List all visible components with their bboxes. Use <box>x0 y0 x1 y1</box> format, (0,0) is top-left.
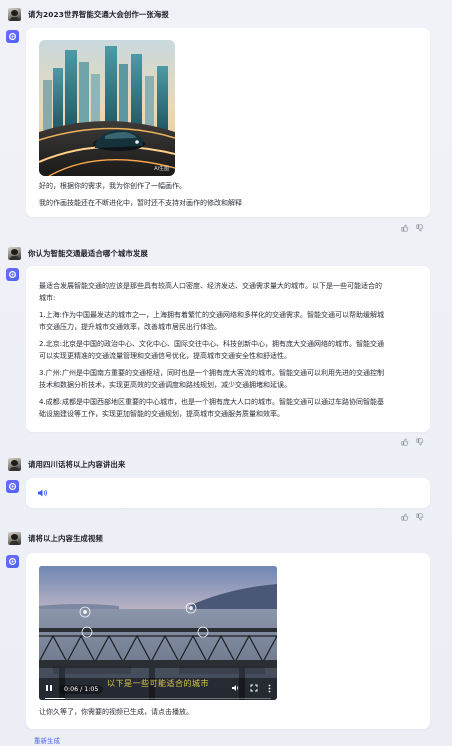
user-message: 请为2023世界智能交通大会创作一张海报 <box>8 6 169 22</box>
bot-reply-line: 我的作画技能还在不断进化中，暂时还不支持对画作的修改和解释 <box>39 199 242 207</box>
user-message: 请将以上内容生成视频 <box>8 530 103 546</box>
thumb-up-icon[interactable] <box>401 513 409 523</box>
play-pause-icon[interactable] <box>45 684 53 694</box>
thumb-down-icon[interactable] <box>416 513 424 523</box>
user-prompt: 请用四川话将以上内容讲出来 <box>28 459 126 469</box>
thumb-up-icon[interactable] <box>401 438 409 448</box>
video-progress-fill <box>45 697 66 699</box>
thumb-down-icon[interactable] <box>416 438 424 448</box>
poster-watermark: AI生图 <box>154 166 169 172</box>
video-progress-track[interactable] <box>45 697 271 699</box>
user-avatar <box>8 7 21 21</box>
thumb-down-icon[interactable] <box>416 224 424 234</box>
bot-icon <box>6 555 19 568</box>
bot-reply-line: 让你久等了，你需要的视频已生成，请点击播放。 <box>39 708 193 716</box>
user-avatar <box>8 531 21 545</box>
thumb-up-icon[interactable] <box>401 224 409 234</box>
user-prompt: 请为2023世界智能交通大会创作一张海报 <box>28 9 169 19</box>
more-icon[interactable] <box>268 684 271 695</box>
bot-audio-card <box>26 478 430 508</box>
bot-reply-line: 可以实现更精准的交通流量管理和交通信号优化，提高城市交通安全性和舒适性。 <box>39 352 291 360</box>
user-avatar <box>8 246 21 260</box>
bot-reply-line: 市交通压力，提升城市交通效率，改善城市居民出行体验。 <box>39 323 221 331</box>
bot-reply-line: 础设施建设等工作，实现更加智能的交通规划，提高城市交通服务质量和效率。 <box>39 410 284 418</box>
bot-icon <box>6 480 19 493</box>
user-prompt: 你认为智能交通最适合哪个城市发展 <box>28 248 148 258</box>
fullscreen-icon[interactable] <box>250 684 258 694</box>
feedback-actions <box>401 513 424 523</box>
generated-poster-image[interactable]: AI生图 <box>39 40 175 176</box>
bot-icon <box>6 30 19 43</box>
generated-video-player[interactable]: 以下是一些可能适合的城市 0:06 / 1:05 <box>39 566 277 700</box>
user-message: 请用四川话将以上内容讲出来 <box>8 456 125 472</box>
feedback-actions <box>401 224 424 234</box>
speaker-icon[interactable] <box>37 488 48 500</box>
video-time: 0:06 / 1:05 <box>59 684 104 694</box>
bot-reply-line: 技术和数据分析技术，实现更高效的交通调度和路线规划，减少交通拥堵和延误。 <box>39 381 291 389</box>
bot-reply-line: 最适合发展智能交通的应该是那些具有较高人口密度、经济发达、交通需求量大的城市。以… <box>39 282 382 290</box>
regenerate-link[interactable]: 重新生成 <box>34 735 60 745</box>
bot-reply-line: 好的，根据你的需求，我为你创作了一幅画作。 <box>39 182 186 190</box>
bot-icon <box>6 268 19 281</box>
user-avatar <box>8 457 21 471</box>
user-message: 你认为智能交通最适合哪个城市发展 <box>8 245 148 261</box>
bot-reply-line: 城市: <box>39 294 56 302</box>
feedback-actions <box>401 438 424 448</box>
user-prompt: 请将以上内容生成视频 <box>28 533 103 543</box>
volume-icon[interactable] <box>231 684 240 694</box>
